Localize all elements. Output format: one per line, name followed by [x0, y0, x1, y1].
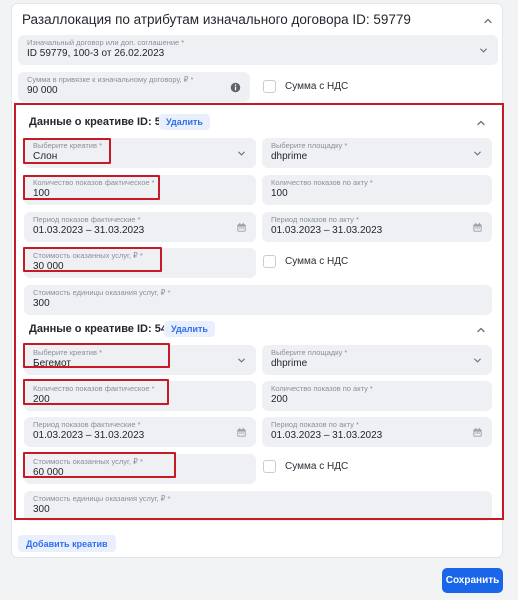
creative-1-shows-highlight [23, 175, 160, 200]
checkbox[interactable] [263, 80, 276, 93]
chevron-up-icon[interactable] [481, 14, 495, 28]
creative-2-cost-highlight [23, 452, 176, 478]
contract-select[interactable]: Изначальный договор или доп. соглашение … [18, 35, 498, 65]
contract-label: Изначальный договор или доп. соглашение … [27, 38, 185, 47]
contract-value: ID 59779, 100-3 от 26.02.2023 [27, 48, 165, 59]
add-creative-button[interactable]: Добавить креатив [18, 535, 116, 552]
page-title: Разаллокация по атрибутам изначального д… [22, 12, 411, 27]
amount-field[interactable]: Сумма в привязке к изначальному договору… [18, 72, 250, 102]
creative-1-cost-highlight [23, 247, 162, 272]
amount-label: Сумма в привязке к изначальному договору… [27, 75, 194, 84]
creative-2-shows-highlight [23, 379, 169, 405]
chevron-down-icon [477, 44, 489, 56]
vat-label: Сумма с НДС [285, 81, 349, 92]
amount-vat-checkbox[interactable]: Сумма с НДС [263, 80, 348, 93]
creative-2-select-highlight [23, 343, 170, 368]
info-icon[interactable] [229, 81, 241, 93]
creative-1-select-highlight [23, 138, 111, 164]
save-button[interactable]: Сохранить [442, 568, 503, 593]
amount-value: 90 000 [27, 85, 58, 96]
